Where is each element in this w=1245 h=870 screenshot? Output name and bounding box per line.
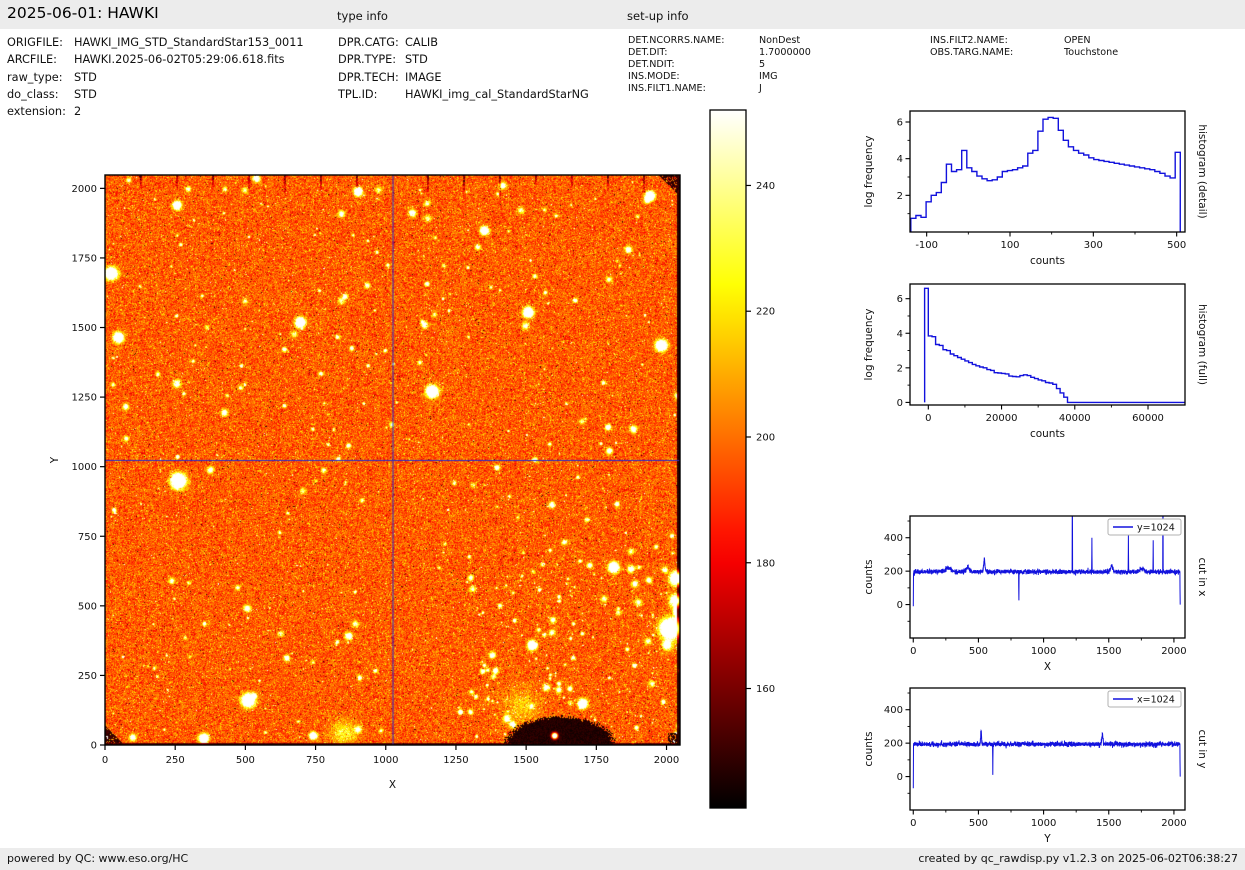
svg-text:500: 500 (236, 755, 255, 766)
svg-text:500: 500 (78, 601, 97, 612)
footer-bar: powered by QC: www.eso.org/HC created by… (0, 848, 1245, 870)
svg-text:20000: 20000 (986, 413, 1018, 424)
svg-text:200: 200 (756, 432, 775, 443)
svg-text:220: 220 (756, 307, 775, 318)
svg-text:250: 250 (78, 671, 97, 682)
svg-text:0: 0 (925, 413, 931, 424)
chart-line-hist_full (923, 287, 1185, 404)
svg-text:1000: 1000 (373, 755, 398, 766)
svg-text:240: 240 (756, 181, 775, 192)
chart-hist_full: 0 20000 40000 60000 0 2 4 6 counts log frequency h… (863, 283, 1208, 440)
svg-text:0: 0 (102, 755, 108, 766)
ylabel-hist_detail: log frequency (863, 135, 875, 207)
chart-line-cut_y (912, 729, 1181, 789)
svg-text:100: 100 (1000, 240, 1019, 251)
xlabel-cut_y: Y (1043, 833, 1051, 845)
svg-text:500: 500 (969, 818, 988, 829)
plots-overlay: 0 250 500 750 1000 1250 1500 1750 20000250500750… (49, 109, 1208, 845)
svg-text:400: 400 (884, 533, 903, 544)
svg-text:4: 4 (897, 154, 903, 165)
svg-text:1250: 1250 (443, 755, 468, 766)
svg-text:200: 200 (884, 739, 903, 750)
xlabel-hist_detail: counts (1030, 255, 1065, 267)
svg-text:200: 200 (884, 567, 903, 578)
svg-text:0: 0 (910, 818, 916, 829)
svg-text:2000: 2000 (654, 755, 679, 766)
svg-text:1000: 1000 (1031, 646, 1056, 657)
svg-text:40000: 40000 (1059, 413, 1091, 424)
svg-text:500: 500 (1167, 240, 1186, 251)
svg-text:0: 0 (897, 772, 903, 783)
legend-cut_x: y=1024 (1107, 518, 1182, 536)
right-label-hist_detail: histogram (detail) (1196, 124, 1208, 218)
svg-text:60000: 60000 (1132, 413, 1164, 424)
svg-text:750: 750 (78, 532, 97, 543)
svg-text:6: 6 (897, 294, 903, 305)
chart-line-cut_x (912, 516, 1181, 607)
svg-text:400: 400 (884, 705, 903, 716)
svg-text:y=1024: y=1024 (1137, 523, 1175, 534)
svg-text:1500: 1500 (513, 755, 538, 766)
svg-text:2000: 2000 (72, 184, 97, 195)
svg-text:0: 0 (897, 398, 903, 409)
svg-text:1500: 1500 (1096, 818, 1121, 829)
svg-text:1250: 1250 (72, 393, 97, 404)
chart-cut_x: 0 500 1000 1500 2000 0 200 400 Xcounts cut in x y=… (863, 515, 1208, 673)
footer-created-by: created by qc_rawdisp.py v1.2.3 on 2025-… (918, 852, 1238, 865)
svg-text:1000: 1000 (1031, 818, 1056, 829)
chart-cut_y: 0 500 1000 1500 2000 0 200 400 Ycounts cut in y x=… (863, 687, 1208, 845)
svg-text:1500: 1500 (72, 323, 97, 334)
chart-line-hist_detail (910, 116, 1182, 232)
footer-powered-by: powered by QC: www.eso.org/HC (7, 852, 189, 865)
main-image-xlabel: X (389, 779, 396, 791)
xlabel-hist_full: counts (1030, 428, 1065, 440)
svg-text:250: 250 (166, 755, 185, 766)
svg-text:300: 300 (1084, 240, 1103, 251)
svg-text:1000: 1000 (72, 462, 97, 473)
svg-text:2000: 2000 (1161, 818, 1186, 829)
svg-text:-100: -100 (915, 240, 938, 251)
right-label-cut_x: cut in x (1196, 557, 1208, 596)
svg-text:x=1024: x=1024 (1137, 695, 1175, 706)
svg-text:1750: 1750 (72, 253, 97, 264)
svg-text:1750: 1750 (584, 755, 609, 766)
svg-text:4: 4 (897, 329, 903, 340)
xlabel-cut_x: X (1044, 661, 1051, 673)
ylabel-hist_full: log frequency (863, 308, 875, 380)
ylabel-cut_x: counts (863, 559, 875, 594)
svg-text:500: 500 (969, 646, 988, 657)
svg-text:750: 750 (306, 755, 325, 766)
svg-text:0: 0 (897, 600, 903, 611)
svg-text:2000: 2000 (1161, 646, 1186, 657)
svg-text:0: 0 (910, 646, 916, 657)
colorbar: 160 180 200 220 240 (709, 109, 775, 809)
right-label-cut_y: cut in y (1196, 729, 1208, 768)
main-image-axes: 0 250 500 750 1000 1250 1500 1750 2000 0 250 500 750… (49, 174, 681, 791)
qc-report-page: 2025-06-01: HAWKI type info set-up info … (0, 0, 1245, 870)
svg-text:2: 2 (897, 363, 903, 374)
legend-cut_y: x=1024 (1107, 690, 1182, 708)
svg-text:2: 2 (897, 191, 903, 202)
main-image-ylabel: Y (49, 456, 61, 464)
ylabel-cut_y: counts (863, 731, 875, 766)
right-label-hist_full: histogram (full) (1196, 304, 1208, 385)
svg-text:0: 0 (91, 741, 97, 752)
svg-text:6: 6 (897, 118, 903, 129)
svg-text:1500: 1500 (1096, 646, 1121, 657)
svg-text:160: 160 (756, 684, 775, 695)
chart-hist_detail: -100 100 300 500 2 4 6 counts log frequency histo… (863, 110, 1208, 267)
svg-text:180: 180 (756, 558, 775, 569)
